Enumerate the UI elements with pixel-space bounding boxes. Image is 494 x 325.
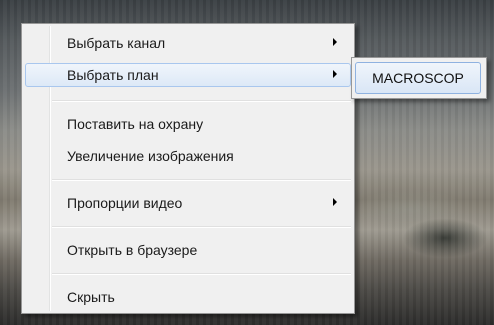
chevron-right-icon xyxy=(333,38,337,46)
chevron-right-icon xyxy=(333,70,337,78)
menu-item-video-aspect[interactable]: Пропорции видео xyxy=(25,191,351,215)
menu-separator xyxy=(52,226,351,228)
menu-item-zoom-image[interactable]: Увеличение изображения xyxy=(25,144,351,168)
chevron-right-icon xyxy=(333,198,337,206)
context-menu: Выбрать канал Выбрать план Поставить на … xyxy=(21,23,355,314)
menu-item-label: Скрыть xyxy=(67,289,115,305)
menu-item-select-channel[interactable]: Выбрать канал xyxy=(25,31,351,55)
plan-submenu: MACROSCOP xyxy=(351,57,487,99)
menu-item-select-plan[interactable]: Выбрать план xyxy=(25,63,351,87)
menu-item-label: Увеличение изображения xyxy=(67,148,234,164)
menu-item-arm-guard[interactable]: Поставить на охрану xyxy=(25,112,351,136)
menu-separator xyxy=(52,179,351,181)
submenu-item-macroscop[interactable]: MACROSCOP xyxy=(355,62,481,94)
menu-item-label: Пропорции видео xyxy=(67,195,183,211)
menu-separator xyxy=(52,273,351,275)
menu-item-label: Открыть в браузере xyxy=(67,242,198,258)
menu-item-label: Выбрать план xyxy=(67,67,159,83)
menu-item-open-browser[interactable]: Открыть в браузере xyxy=(25,238,351,262)
menu-item-hide[interactable]: Скрыть xyxy=(25,285,351,309)
menu-item-label: Выбрать канал xyxy=(67,35,166,51)
menu-separator xyxy=(52,100,351,102)
menu-item-label: Поставить на охрану xyxy=(67,116,204,132)
